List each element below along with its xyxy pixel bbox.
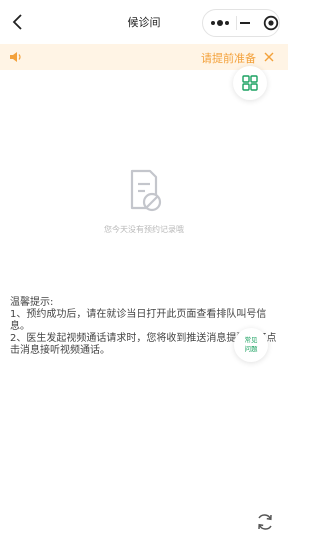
tips-title: 温馨提示: (10, 297, 54, 308)
speaker-icon (10, 52, 21, 62)
more-button[interactable] (203, 10, 236, 36)
empty-state-text: 您今天没有预约记录哦 (104, 225, 184, 234)
faq-label-line-1: 常见 (244, 336, 258, 344)
close-miniprogram-button[interactable] (263, 14, 279, 32)
close-icon[interactable] (262, 50, 276, 64)
page-title: 候诊间 (127, 16, 161, 29)
more-dots-icon (210, 20, 229, 26)
mini-program-capsule (202, 9, 280, 37)
no-record-doc-icon (130, 169, 162, 212)
refresh-icon[interactable] (255, 512, 275, 532)
minimize-icon (240, 22, 251, 24)
grid-menu-button[interactable] (233, 66, 267, 100)
back-arrow-icon[interactable] (8, 12, 28, 32)
faq-button[interactable]: 常见 问题 (234, 328, 268, 362)
faq-label-line-2: 问题 (244, 345, 258, 353)
record-target-icon (263, 15, 279, 31)
empty-state: 您今天没有预约记录哦 (0, 168, 288, 235)
minimize-button[interactable] (237, 14, 253, 32)
grid-apps-icon (242, 75, 258, 91)
notice-text: 请提前准备 (201, 52, 256, 65)
tips-line-1: 1、预约成功后，请在就诊当日打开此页面查看排队叫号信息。 (10, 309, 267, 332)
nav-bar: 候诊间 (0, 0, 288, 44)
